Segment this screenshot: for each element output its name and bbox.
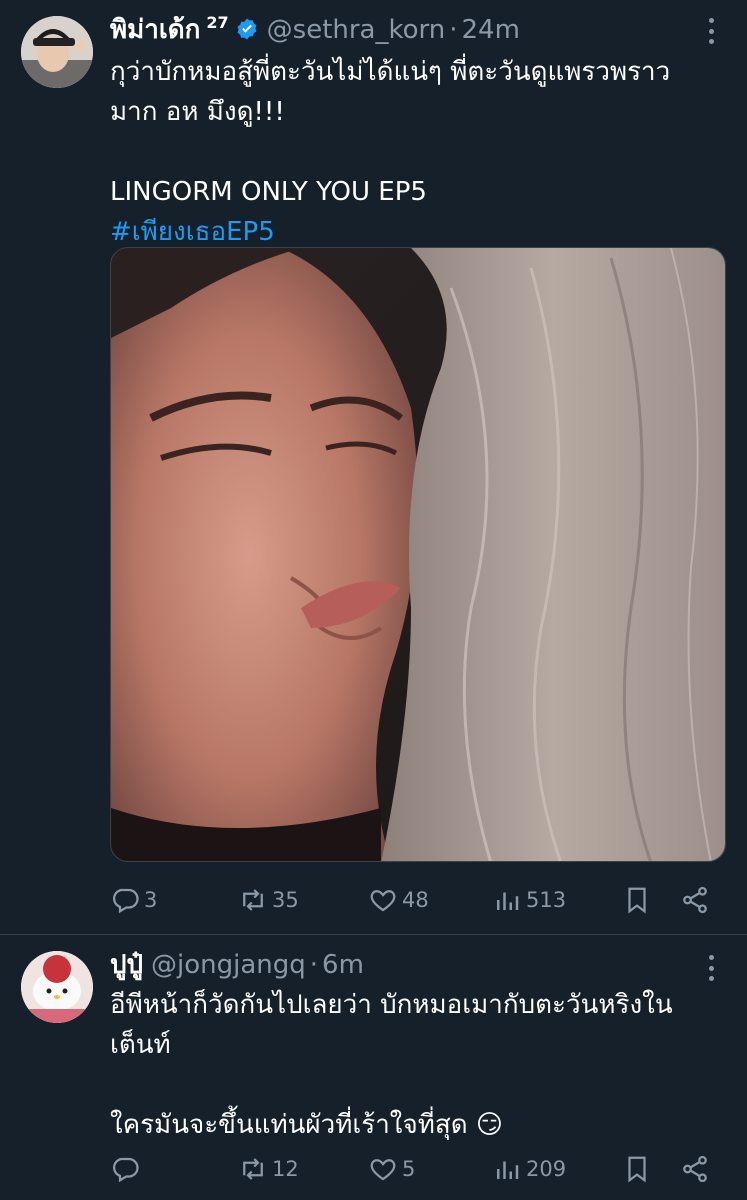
bookmark-button[interactable] — [622, 1154, 652, 1184]
reply-button[interactable] — [110, 1154, 144, 1184]
heart-icon — [370, 1159, 396, 1181]
handle[interactable]: @jongjangq — [151, 949, 306, 981]
timestamp[interactable]: 6m — [322, 949, 364, 981]
tweet-text-body: กุว่าบักหมอสู้พี่ตะวันไม่ได้แน่ๆ พี่ตะวั… — [110, 57, 671, 207]
more-options-icon[interactable] — [699, 18, 723, 44]
like-count: 48 — [402, 888, 429, 912]
avatar[interactable] — [21, 16, 93, 88]
views-button[interactable]: 209 — [492, 1154, 566, 1184]
share-icon — [683, 1155, 707, 1183]
share-button[interactable] — [680, 1154, 710, 1184]
tweet-actions: 12 5 209 — [110, 1149, 722, 1189]
reply-icon — [113, 888, 139, 914]
share-button[interactable] — [680, 885, 710, 915]
tweet-header: ปูปู๋ @jongjangq · 6m — [110, 949, 364, 981]
like-button[interactable]: 5 — [368, 1154, 415, 1184]
retweet-button[interactable]: 35 — [238, 885, 299, 915]
bookmark-button[interactable] — [622, 885, 652, 915]
tweet-actions: 3 35 48 513 — [110, 880, 722, 920]
views-button[interactable]: 513 — [492, 885, 566, 915]
tweet-1[interactable]: พิม่าเด้ก 27 @sethra_korn · 24m กุว่าบัก… — [0, 0, 747, 934]
verified-badge-icon — [237, 18, 257, 40]
retweet-icon — [243, 889, 263, 911]
views-count: 513 — [526, 888, 567, 912]
retweet-button[interactable]: 12 — [238, 1154, 299, 1184]
more-options-icon[interactable] — [699, 955, 723, 981]
tweet-text: อีพีหน้าก็วัดกันไปเลยว่า บักหมอเมากับตะว… — [110, 990, 673, 1140]
tweet-2[interactable]: ปูปู๋ @jongjangq · 6m อีพีหน้าก็วัดกันไป… — [0, 934, 747, 1200]
display-name[interactable]: ปูปู๋ — [110, 949, 143, 981]
share-icon — [683, 886, 707, 914]
reply-button[interactable]: 3 — [110, 885, 157, 915]
like-button[interactable]: 48 — [368, 885, 429, 915]
separator-dot: · — [309, 950, 319, 980]
handle[interactable]: @sethra_korn — [267, 14, 446, 46]
reply-icon — [113, 1157, 139, 1183]
views-bar-chart-icon — [497, 892, 519, 910]
bookmark-icon — [628, 1156, 646, 1183]
bookmark-icon — [628, 887, 646, 914]
views-bar-chart-icon — [497, 1161, 519, 1179]
retweet-count: 35 — [272, 888, 299, 912]
views-count: 209 — [526, 1157, 567, 1181]
retweet-icon — [243, 1158, 263, 1180]
tweet-header: พิม่าเด้ก 27 @sethra_korn · 24m — [110, 13, 520, 49]
timestamp[interactable]: 24m — [462, 14, 520, 46]
reply-count: 3 — [144, 888, 158, 912]
avatar[interactable] — [21, 951, 93, 1023]
name-superscript: 27 — [206, 13, 229, 32]
heart-icon — [370, 890, 396, 912]
hashtag-link[interactable]: #เพียงเธอEP5 — [110, 217, 275, 247]
display-name[interactable]: พิม่าเด้ก — [110, 14, 200, 46]
tweet-text: กุว่าบักหมอสู้พี่ตะวันไม่ได้แน่ๆ พี่ตะวั… — [110, 52, 720, 252]
like-count: 5 — [402, 1157, 416, 1181]
retweet-count: 12 — [272, 1157, 299, 1181]
tweet-media-image[interactable] — [110, 247, 726, 862]
separator-dot: · — [449, 15, 458, 45]
